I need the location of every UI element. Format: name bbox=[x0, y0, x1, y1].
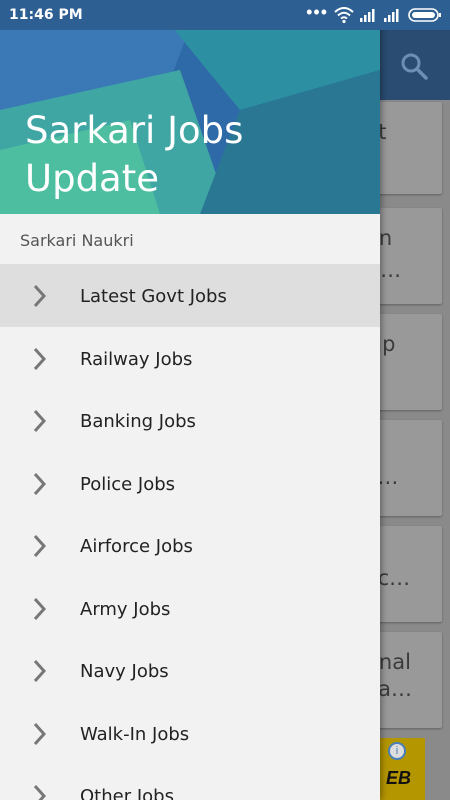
wifi-icon bbox=[334, 7, 354, 23]
menu-item-label: Banking Jobs bbox=[80, 411, 196, 432]
app-title-line2: Update bbox=[25, 157, 159, 200]
chevron-right-icon bbox=[33, 347, 47, 370]
chevron-right-icon bbox=[33, 534, 47, 558]
menu-item-label: Airforce Jobs bbox=[80, 536, 193, 557]
chevron-right-icon bbox=[33, 784, 47, 800]
app-title: Sarkari Jobs Update bbox=[25, 107, 243, 203]
menu-item-label: Navy Jobs bbox=[80, 661, 169, 682]
signal-icon bbox=[360, 9, 375, 22]
navigation-drawer: Sarkari Jobs Update Sarkari Naukri Lates… bbox=[0, 0, 380, 800]
more-dots-icon: ••• bbox=[306, 2, 328, 22]
status-time: 11:46 PM bbox=[9, 7, 83, 23]
ad-text: EB bbox=[386, 768, 412, 788]
menu-item-label: Walk-In Jobs bbox=[80, 723, 190, 745]
status-bar: 11:46 PM ••• bbox=[0, 0, 450, 30]
menu-item-label: Latest Govt Jobs bbox=[80, 286, 227, 307]
status-icons: ••• bbox=[306, 2, 442, 24]
chevron-right-icon bbox=[33, 722, 47, 745]
chevron-right-icon bbox=[33, 409, 47, 433]
menu-item-banking-jobs[interactable]: Banking Jobs bbox=[0, 389, 380, 452]
menu-item-label: Other Jobs bbox=[80, 786, 174, 800]
menu-item-police-jobs[interactable]: Police Jobs bbox=[0, 452, 380, 515]
chevron-right-icon bbox=[33, 597, 47, 620]
search-icon[interactable] bbox=[400, 52, 428, 80]
menu-item-label: Railway Jobs bbox=[80, 348, 193, 370]
chevron-right-icon bbox=[33, 472, 47, 495]
menu-item-walk-in-jobs[interactable]: Walk-In Jobs bbox=[0, 702, 380, 765]
battery-icon bbox=[408, 8, 441, 22]
menu-item-railway-jobs[interactable]: Railway Jobs bbox=[0, 327, 380, 390]
menu-item-army-jobs[interactable]: Army Jobs bbox=[0, 577, 380, 640]
ad-banner[interactable]: i EB bbox=[380, 738, 425, 800]
menu-item-label: Police Jobs bbox=[80, 473, 176, 495]
menu-item-airforce-jobs[interactable]: Airforce Jobs bbox=[0, 514, 380, 577]
ad-info-icon[interactable]: i bbox=[388, 742, 406, 760]
signal-icon-2 bbox=[384, 9, 399, 22]
menu-item-label: Army Jobs bbox=[80, 598, 171, 620]
drawer-header: Sarkari Jobs Update bbox=[0, 0, 380, 214]
section-label: Sarkari Naukri bbox=[20, 231, 134, 250]
chevron-right-icon bbox=[33, 284, 47, 308]
menu-item-other-jobs[interactable]: Other Jobs bbox=[0, 764, 380, 800]
menu-item-latest-govt-jobs[interactable]: Latest Govt Jobs bbox=[0, 264, 380, 327]
menu-item-navy-jobs[interactable]: Navy Jobs bbox=[0, 639, 380, 702]
drawer-menu: Latest Govt Jobs Railway Jobs Banking Jo… bbox=[0, 264, 380, 800]
chevron-right-icon bbox=[33, 659, 47, 683]
section-header: Sarkari Naukri bbox=[0, 214, 380, 264]
app-title-line1: Sarkari Jobs bbox=[25, 109, 244, 152]
